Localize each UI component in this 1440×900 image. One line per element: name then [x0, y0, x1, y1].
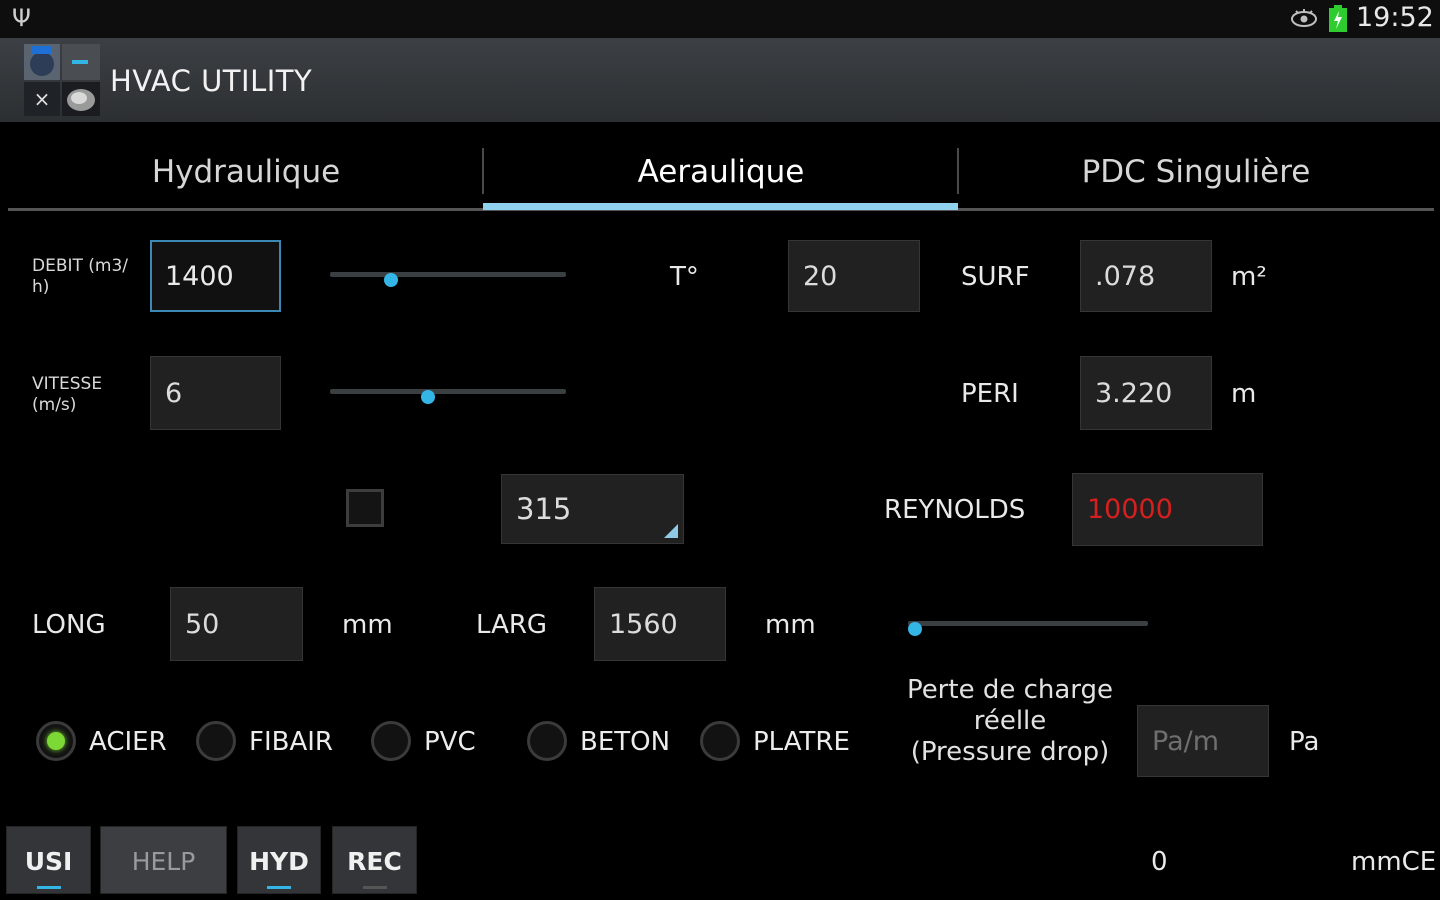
tab-pdc-singuliere[interactable]: PDC Singulière: [958, 122, 1434, 210]
radio-platre-label[interactable]: PLATRE: [753, 727, 850, 757]
radio-acier[interactable]: [36, 721, 76, 761]
vitesse-input[interactable]: 6: [150, 356, 281, 430]
larg-input[interactable]: 1560: [594, 587, 726, 661]
pressure-drop-unit: Pa: [1289, 727, 1320, 757]
surf-unit: m²: [1231, 262, 1267, 292]
status-bar: [0, 0, 1440, 38]
long-unit: mm: [342, 610, 393, 640]
svg-text:×: ×: [34, 87, 51, 111]
pressure-drop-input[interactable]: Pa/m: [1137, 705, 1269, 777]
debit-slider-thumb[interactable]: [383, 273, 398, 287]
diameter-value: 315: [516, 492, 572, 526]
debit-input[interactable]: 1400: [150, 240, 281, 312]
radio-platre[interactable]: [700, 721, 740, 761]
reynolds-label: REYNOLDS: [884, 495, 1026, 525]
usi-button[interactable]: USI: [6, 826, 91, 894]
larg-unit: mm: [765, 610, 816, 640]
help-button[interactable]: HELP: [100, 826, 227, 894]
status-clock: 19:52: [1356, 2, 1434, 33]
larg-label: LARG: [476, 610, 548, 640]
vitesse-label: VITESSE (m/s): [32, 374, 103, 415]
eye-icon: [1291, 9, 1317, 27]
radio-selected-dot: [47, 732, 65, 750]
radio-acier-label[interactable]: ACIER: [89, 727, 167, 757]
hyd-button-indicator: [267, 886, 291, 889]
result-value: 0: [1151, 847, 1168, 877]
debit-slider-track[interactable]: [330, 272, 566, 277]
app-title: HVAC UTILITY: [110, 64, 313, 98]
pressure-drop-label-line3: (Pressure drop): [910, 737, 1110, 767]
usi-button-indicator: [36, 886, 61, 889]
radio-fibair[interactable]: [196, 721, 236, 761]
larg-slider-track[interactable]: [908, 621, 1148, 626]
larg-slider-thumb[interactable]: [908, 622, 922, 636]
long-label: LONG: [32, 610, 106, 640]
long-input[interactable]: 50: [170, 587, 303, 661]
hyd-button[interactable]: HYD: [237, 826, 321, 894]
peri-unit: m: [1231, 379, 1257, 409]
tab-aeraulique[interactable]: Aeraulique: [483, 122, 959, 210]
result-unit: mmCE: [1351, 847, 1437, 877]
app-logo-icon: ×: [24, 44, 100, 116]
help-button-label: HELP: [131, 847, 196, 876]
temperature-label: T°: [670, 262, 699, 292]
hyd-button-label: HYD: [249, 847, 309, 876]
usb-icon: Ψ: [12, 4, 31, 32]
diameter-spinner[interactable]: 315: [501, 474, 684, 544]
reynolds-field[interactable]: 10000: [1072, 473, 1263, 546]
battery-charging-icon: [1329, 5, 1347, 32]
surf-field[interactable]: .078: [1080, 240, 1212, 312]
pressure-drop-label-line1: Perte de charge: [906, 675, 1114, 705]
peri-label: PERI: [961, 379, 1019, 409]
peri-field[interactable]: 3.220: [1080, 356, 1212, 430]
temperature-input[interactable]: 20: [788, 240, 920, 312]
radio-pvc-label[interactable]: PVC: [424, 727, 476, 757]
vitesse-slider-thumb[interactable]: [421, 390, 435, 404]
surf-label: SURF: [961, 262, 1030, 292]
rec-button[interactable]: REC: [332, 826, 417, 894]
radio-beton-label[interactable]: BETON: [580, 727, 670, 757]
rec-button-label: REC: [347, 847, 402, 876]
debit-label: DEBIT (m3/ h): [32, 256, 129, 297]
radio-fibair-label[interactable]: FIBAIR: [249, 727, 333, 757]
round-duct-checkbox[interactable]: [346, 489, 384, 527]
spinner-dropdown-icon: [664, 524, 678, 538]
pressure-drop-label: Perte de charge réelle (Pressure drop): [900, 675, 1120, 768]
active-tab-indicator: [483, 203, 958, 210]
radio-pvc[interactable]: [371, 721, 411, 761]
pressure-drop-label-line2: réelle: [973, 706, 1047, 736]
vitesse-slider-track[interactable]: [330, 389, 566, 394]
usi-button-label: USI: [24, 847, 73, 876]
radio-beton[interactable]: [527, 721, 567, 761]
tab-hydraulique[interactable]: Hydraulique: [8, 122, 484, 210]
rec-button-indicator: [362, 886, 387, 889]
